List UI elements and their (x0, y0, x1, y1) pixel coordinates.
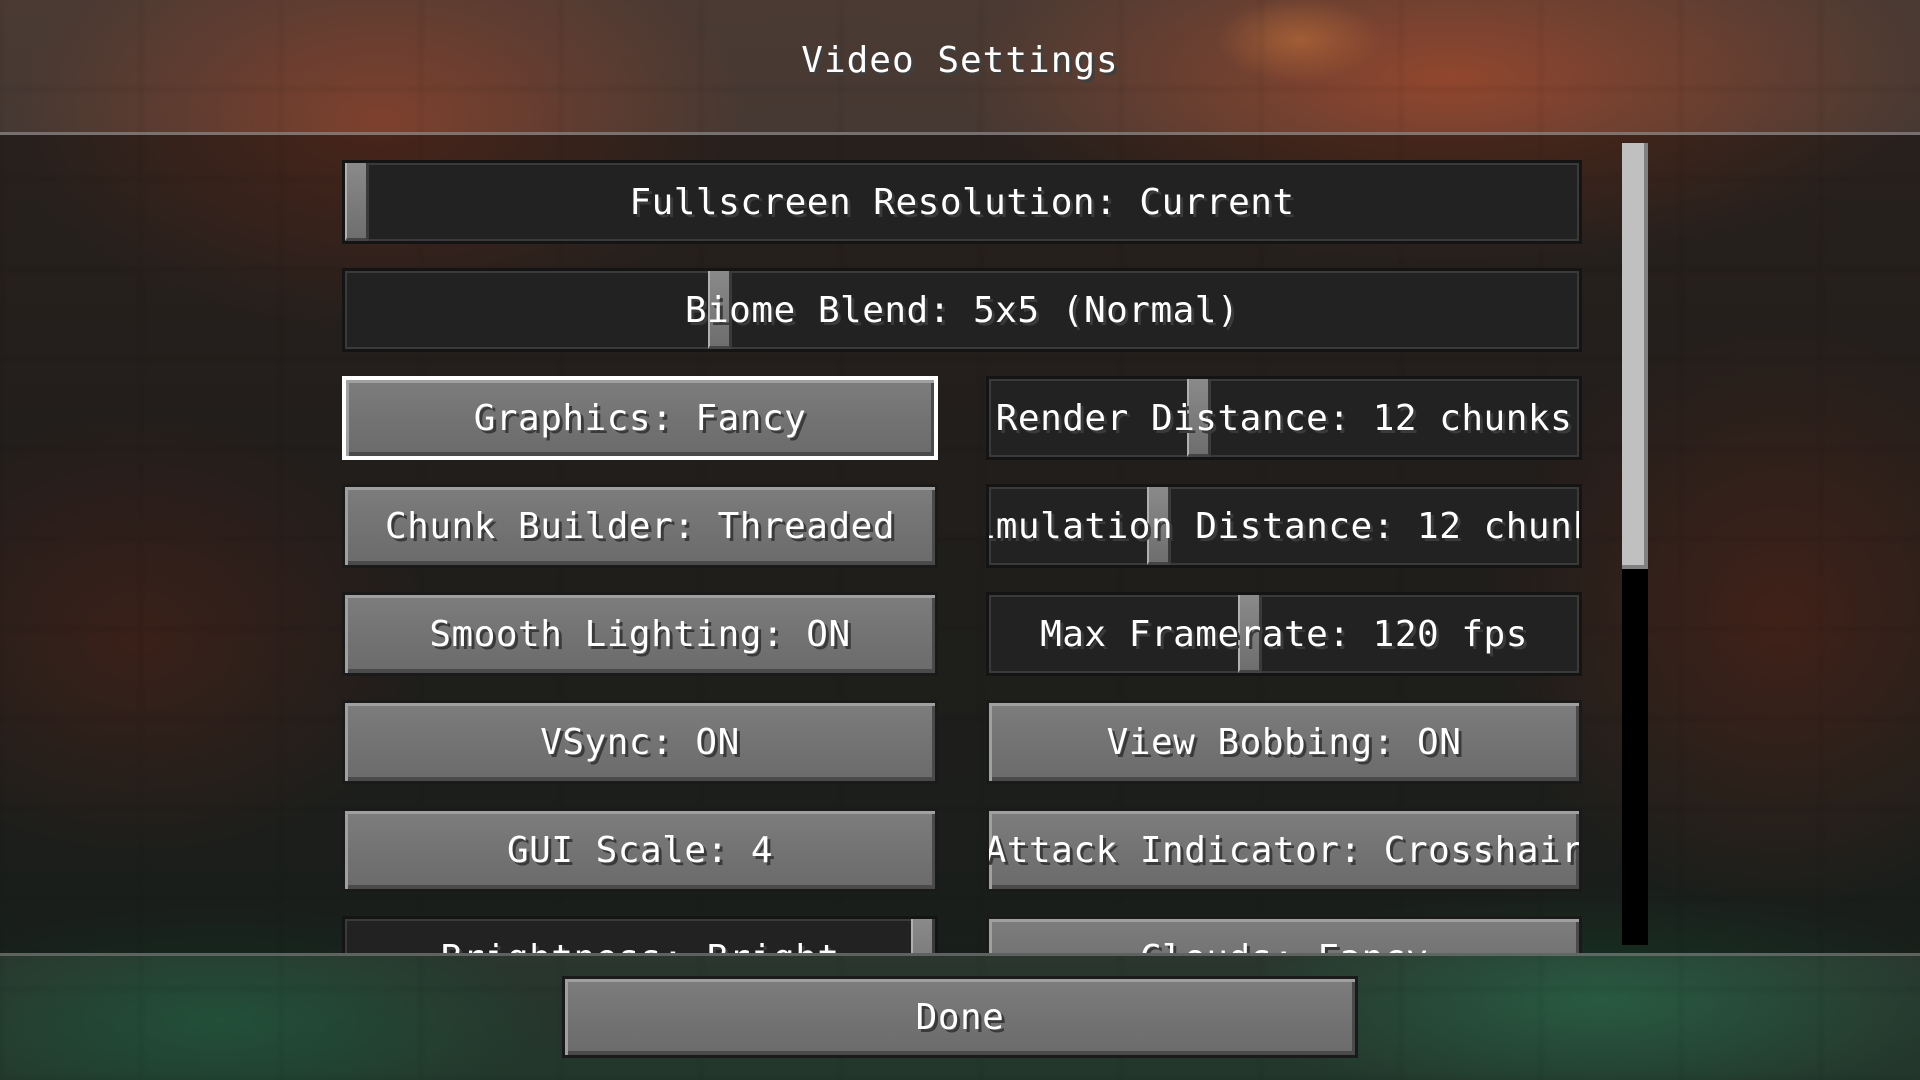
scrollbar-track[interactable] (1622, 143, 1648, 945)
fullscreen-resolution-slider[interactable]: Fullscreen Resolution: Current (342, 160, 1582, 244)
slider-handle[interactable] (345, 163, 369, 241)
options-row: VSync: ON View Bobbing: ON (342, 700, 1582, 784)
attack-indicator-button[interactable]: Attack Indicator: Crosshair (986, 808, 1582, 892)
button-label: Clouds: Fancy (1140, 938, 1428, 954)
view-bobbing-button[interactable]: View Bobbing: ON (986, 700, 1582, 784)
options-list: Fullscreen Resolution: Current Biome Ble… (342, 160, 1582, 954)
render-distance-slider[interactable]: Render Distance: 12 chunks (986, 376, 1582, 460)
button-label: Attack Indicator: Crosshair (986, 829, 1582, 871)
button-label: Smooth Lighting: ON (429, 613, 851, 655)
options-row: Chunk Builder: Threaded Simulation Dista… (342, 484, 1582, 568)
slider-label: Brightness: Bright (440, 938, 839, 954)
options-row: Smooth Lighting: ON Max Framerate: 120 f… (342, 592, 1582, 676)
options-row: GUI Scale: 4 Attack Indicator: Crosshair (342, 808, 1582, 892)
options-row: Fullscreen Resolution: Current (342, 160, 1582, 244)
slider-label: Biome Blend: 5x5 (Normal) (684, 289, 1240, 331)
button-label: Chunk Builder: Threaded (385, 505, 895, 547)
button-label: Graphics: Fancy (473, 397, 807, 439)
slider-label: Render Distance: 12 chunks (995, 397, 1573, 439)
graphics-button[interactable]: Graphics: Fancy (342, 376, 938, 460)
simulation-distance-slider[interactable]: Simulation Distance: 12 chunks (986, 484, 1582, 568)
done-button-label: Done (915, 996, 1005, 1038)
screen-title: Video Settings (801, 40, 1119, 81)
scrollbar-thumb[interactable] (1622, 143, 1648, 569)
biome-blend-slider[interactable]: Biome Blend: 5x5 (Normal) (342, 268, 1582, 352)
options-row: Graphics: Fancy Render Distance: 12 chun… (342, 376, 1582, 460)
gui-scale-button[interactable]: GUI Scale: 4 (342, 808, 938, 892)
chunk-builder-button[interactable]: Chunk Builder: Threaded (342, 484, 938, 568)
vsync-button[interactable]: VSync: ON (342, 700, 938, 784)
options-row: Biome Blend: 5x5 (Normal) (342, 268, 1582, 352)
clouds-button[interactable]: Clouds: Fancy (986, 916, 1582, 954)
button-label: View Bobbing: ON (1106, 721, 1462, 763)
slider-label: Simulation Distance: 12 chunks (989, 505, 1579, 547)
slider-label: Max Framerate: 120 fps (1040, 613, 1528, 655)
options-row: Brightness: Bright Clouds: Fancy (342, 916, 1582, 954)
button-label: GUI Scale: 4 (506, 829, 774, 871)
done-button[interactable]: Done (562, 976, 1358, 1058)
slider-handle[interactable] (911, 919, 935, 953)
slider-label: Fullscreen Resolution: Current (629, 181, 1295, 223)
brightness-slider[interactable]: Brightness: Bright (342, 916, 938, 954)
options-list-panel: Fullscreen Resolution: Current Biome Ble… (0, 132, 1920, 956)
button-label: VSync: ON (540, 721, 740, 763)
max-framerate-slider[interactable]: Max Framerate: 120 fps (986, 592, 1582, 676)
smooth-lighting-button[interactable]: Smooth Lighting: ON (342, 592, 938, 676)
